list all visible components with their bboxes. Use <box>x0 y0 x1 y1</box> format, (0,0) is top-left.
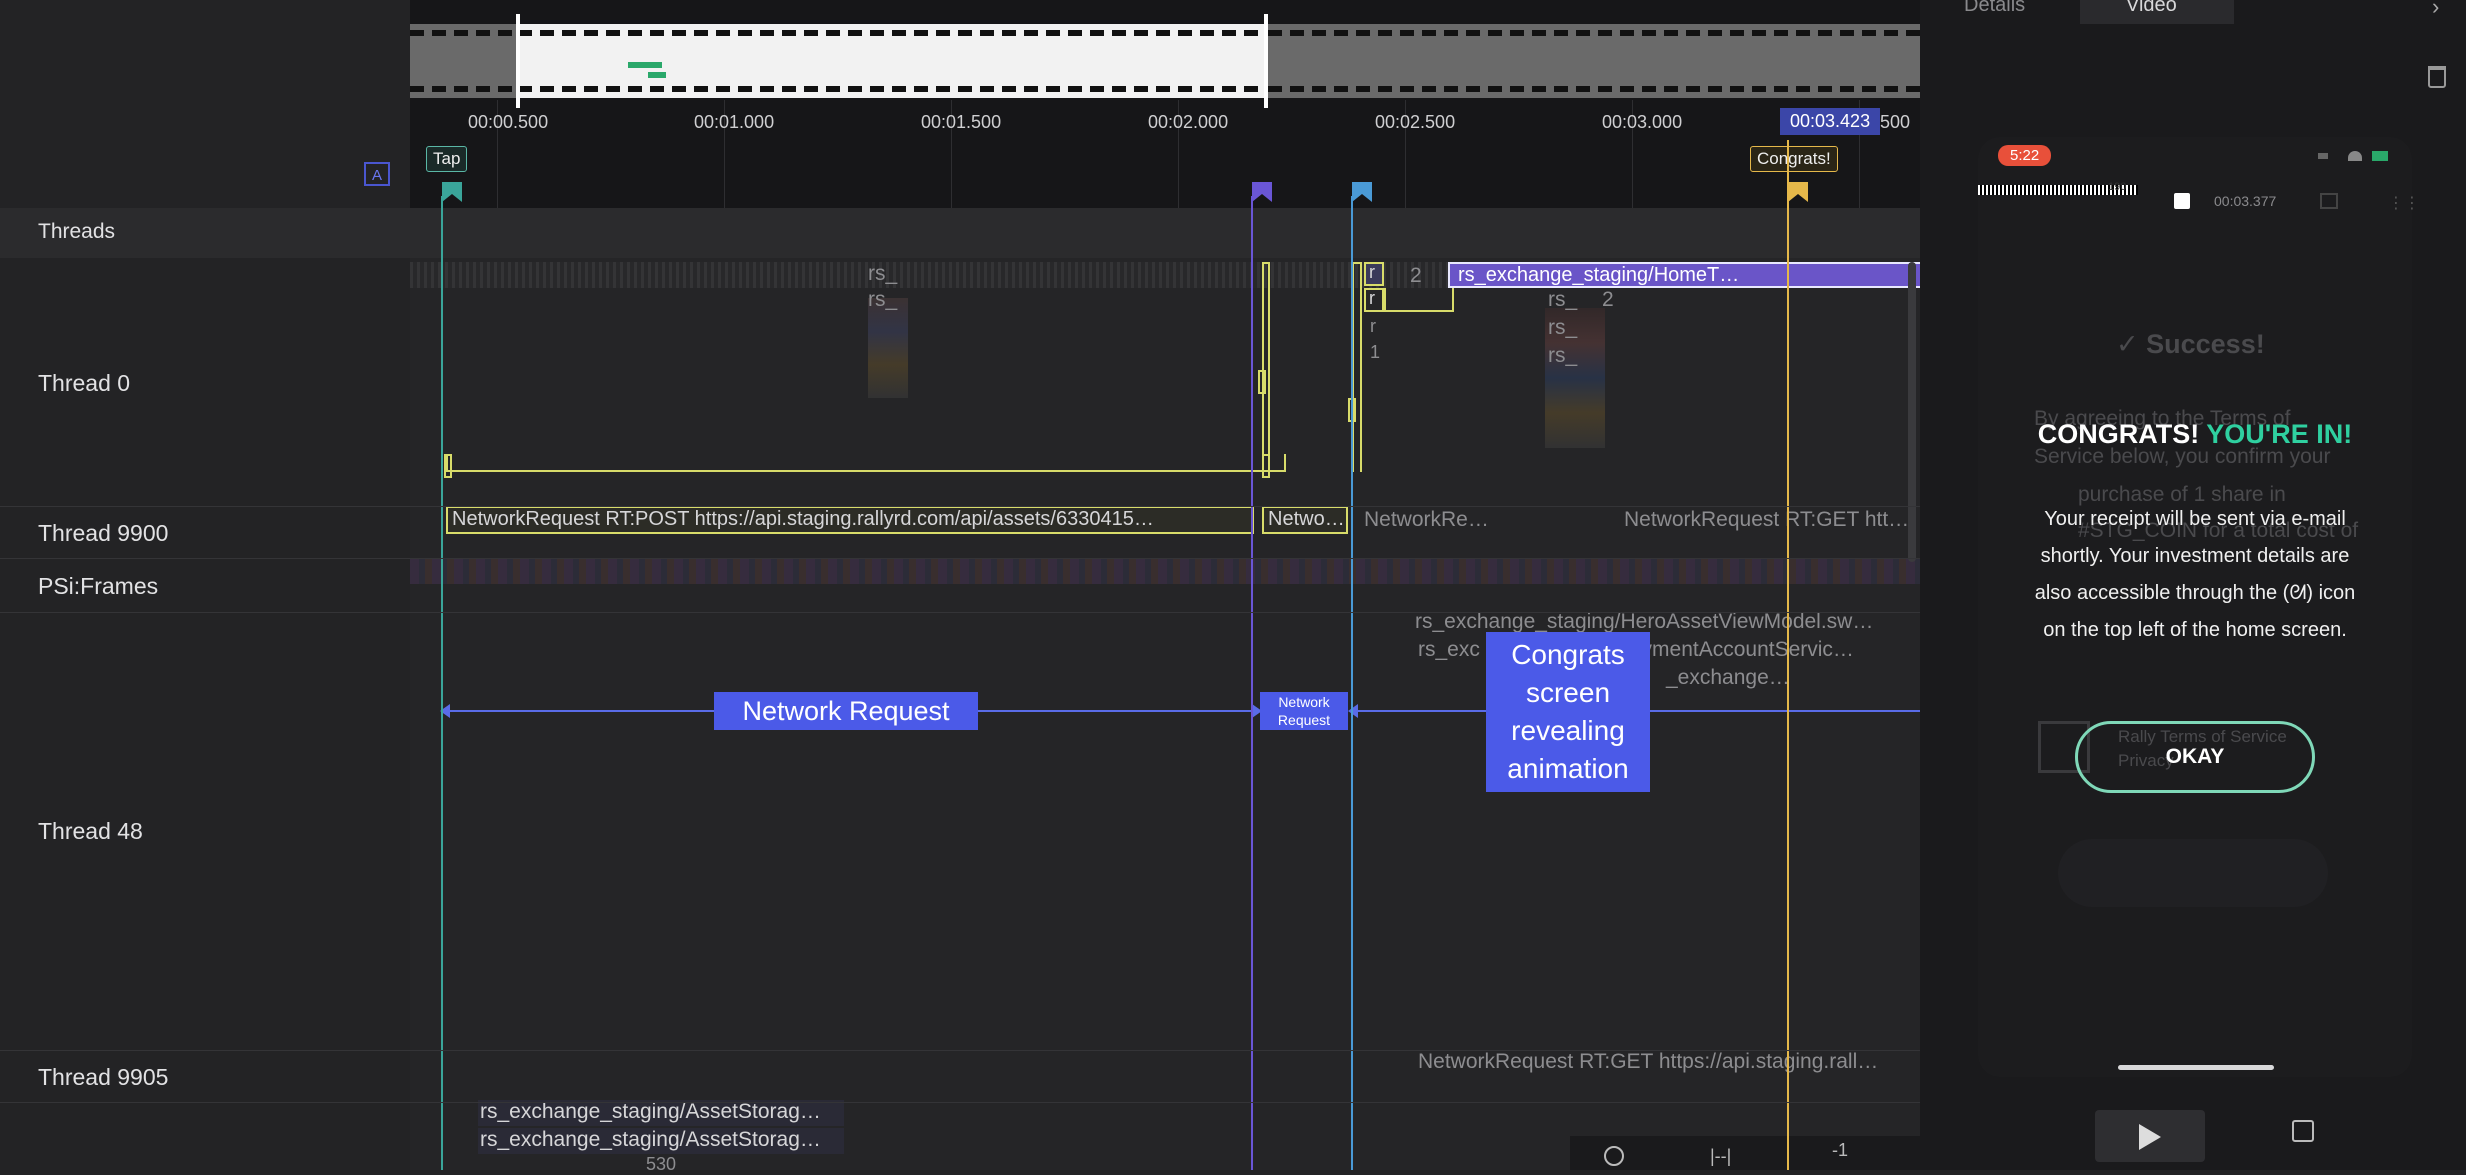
portfolio-icon: ᘛ <box>2289 582 2307 604</box>
tick-label: 00:00.500 <box>468 112 549 132</box>
congrats-title: CONGRATS! YOU'RE IN! <box>2037 419 2353 449</box>
annotation-badge-icon[interactable]: A <box>364 162 390 186</box>
phone-preview: 5:22 190 00:03.377 ⋮⋮ ✓ Success! By agre… <box>1978 137 2420 1077</box>
frame-label[interactable]: 2 <box>1410 264 1422 288</box>
row-label-psi-frames: PSi:Frames <box>38 573 159 599</box>
frame-label[interactable]: 530 <box>646 1154 676 1175</box>
timeline-header: 00:00.500 00:01.000 00:01.500 00:02.000 … <box>410 0 1920 208</box>
congrats-guide-line <box>1787 140 1789 1170</box>
status-time-badge: 5:22 <box>1998 145 2052 166</box>
row-label-thread-9905: Thread 9905 <box>38 1064 169 1090</box>
threads-header-label: Threads <box>38 220 116 243</box>
network-request-callout: Network Request <box>714 692 978 730</box>
frame-label[interactable]: 1 <box>1370 342 1380 363</box>
congrats-flag-icon <box>1788 182 1808 202</box>
congrats-message: Your receipt will be sent via e-mail sho… <box>2034 508 2356 641</box>
flow-marker <box>1258 370 1266 394</box>
network-request-label[interactable]: NetworkRequest RT:GET htt… <box>1624 508 1909 532</box>
flow-marker <box>444 454 452 478</box>
thread0-stack <box>868 298 908 398</box>
play-button[interactable] <box>2095 1110 2205 1162</box>
track-area: rs_ rs_ rs_ 2 rs_ rs_ 2 r r r 1 rs_excha… <box>410 258 2198 1174</box>
purple-flag-icon <box>1252 182 1272 202</box>
bg-button <box>2058 839 2328 907</box>
frame-label[interactable]: rs_exchange_staging/HeroAssetViewModel.s… <box>1415 610 1873 634</box>
psi-frames-strip <box>410 558 1920 584</box>
flow-marker <box>1262 454 1270 478</box>
tick-label: 00:03.000 <box>1602 112 1683 132</box>
selection-handle-left[interactable] <box>516 14 520 108</box>
frame-label[interactable]: rs_ <box>1548 316 1577 340</box>
tab-video[interactable]: Video <box>2080 0 2234 24</box>
row-label-thread-48: Thread 48 <box>38 818 143 844</box>
network-request-bar[interactable]: Netwo… <box>1262 506 1348 534</box>
flow-outline <box>1384 288 1454 312</box>
frame-label[interactable]: 2 <box>1602 288 1614 312</box>
threads-header: Threads <box>0 208 1920 258</box>
tick-label: 00:01.000 <box>694 112 775 132</box>
okay-button[interactable]: OKAY <box>2075 721 2315 793</box>
frame-label[interactable]: rs_ <box>1548 344 1577 368</box>
frame-label[interactable]: rs_exc <box>1418 638 1480 662</box>
congrats-animation-callout: Congrats screen revealing animation <box>1486 632 1650 792</box>
video-time: 00:03.377 <box>2214 193 2277 209</box>
collapse-icon[interactable]: -1 <box>1832 1140 1848 1161</box>
tick-label: 00:02.500 <box>1375 112 1456 132</box>
frame-label[interactable]: r <box>1370 316 1376 337</box>
row-label-thread-9900: Thread 9900 <box>38 520 169 546</box>
network-request-label[interactable]: NetworkRequest RT:GET https://api.stagin… <box>1418 1050 1878 1074</box>
fit-range-icon[interactable]: |--| <box>1710 1146 1731 1167</box>
tick-label: 00:02.000 <box>1148 112 1229 132</box>
home-indicator <box>2118 1065 2274 1070</box>
marker-tap-label[interactable]: Tap <box>426 146 468 172</box>
success-bg-text: ✓ Success! <box>2116 329 2265 359</box>
flow-outline <box>1262 262 1270 472</box>
network-request-callout-small: Network Request <box>1260 692 1348 730</box>
chevron-right-icon[interactable]: › <box>2432 0 2439 20</box>
frame-label[interactable]: rs_ <box>868 262 897 286</box>
frame-label[interactable]: _exchange… <box>1666 666 1790 690</box>
frame-box[interactable]: rs_exchange_staging/AssetStorag… <box>478 1128 844 1154</box>
frame-r-box[interactable]: r <box>1364 262 1384 286</box>
vertical-scrollbar[interactable] <box>1908 262 1916 562</box>
blue-guide-line <box>1351 196 1353 1170</box>
trash-icon[interactable] <box>2428 66 2446 88</box>
purple-guide-line <box>1251 196 1253 1170</box>
tap-guide-line <box>441 196 443 1170</box>
tick-label: 500 <box>1880 112 1911 132</box>
bottom-toolbar: |--| -1 <box>1570 1136 1920 1170</box>
row-label-thread-0: Thread 0 <box>38 370 131 396</box>
panel-tabs: Details Video › <box>1920 0 2466 26</box>
frame-r-box[interactable]: r <box>1364 288 1384 312</box>
frame-label[interactable]: rs_ <box>868 288 897 312</box>
network-request-bar[interactable]: NetworkRequest RT:POST https://api.stagi… <box>446 506 1254 534</box>
network-request-label[interactable]: NetworkRe… <box>1364 508 1489 532</box>
blue-flag-icon <box>1352 182 1372 202</box>
zoom-icon[interactable] <box>1604 1146 1624 1166</box>
tap-flag-icon <box>442 182 462 202</box>
frame-label[interactable]: rs_ <box>1548 288 1577 312</box>
tick-label: 00:01.500 <box>921 112 1002 132</box>
share-icon[interactable] <box>2320 193 2338 209</box>
filmstrip-selection[interactable] <box>518 24 1268 98</box>
selection-handle-right[interactable] <box>1264 14 1268 108</box>
flow-outline <box>446 454 1286 472</box>
flow-outline <box>1352 262 1362 472</box>
tab-details[interactable]: Details <box>1964 0 2025 17</box>
drag-handle-icon[interactable]: ⋮⋮ <box>2388 193 2420 213</box>
frame-box[interactable]: rs_exchange_staging/AssetStorag… <box>478 1100 844 1126</box>
stop-icon[interactable] <box>2174 193 2190 209</box>
playhead-time[interactable]: 00:03.423 <box>1780 108 1881 135</box>
play-icon <box>2139 1124 2161 1150</box>
progress-number: 190 <box>2108 181 2127 193</box>
marker-congrats-label[interactable]: Congrats! <box>1750 146 1838 172</box>
status-icons <box>2318 151 2388 161</box>
replay-icon[interactable] <box>2292 1120 2314 1142</box>
